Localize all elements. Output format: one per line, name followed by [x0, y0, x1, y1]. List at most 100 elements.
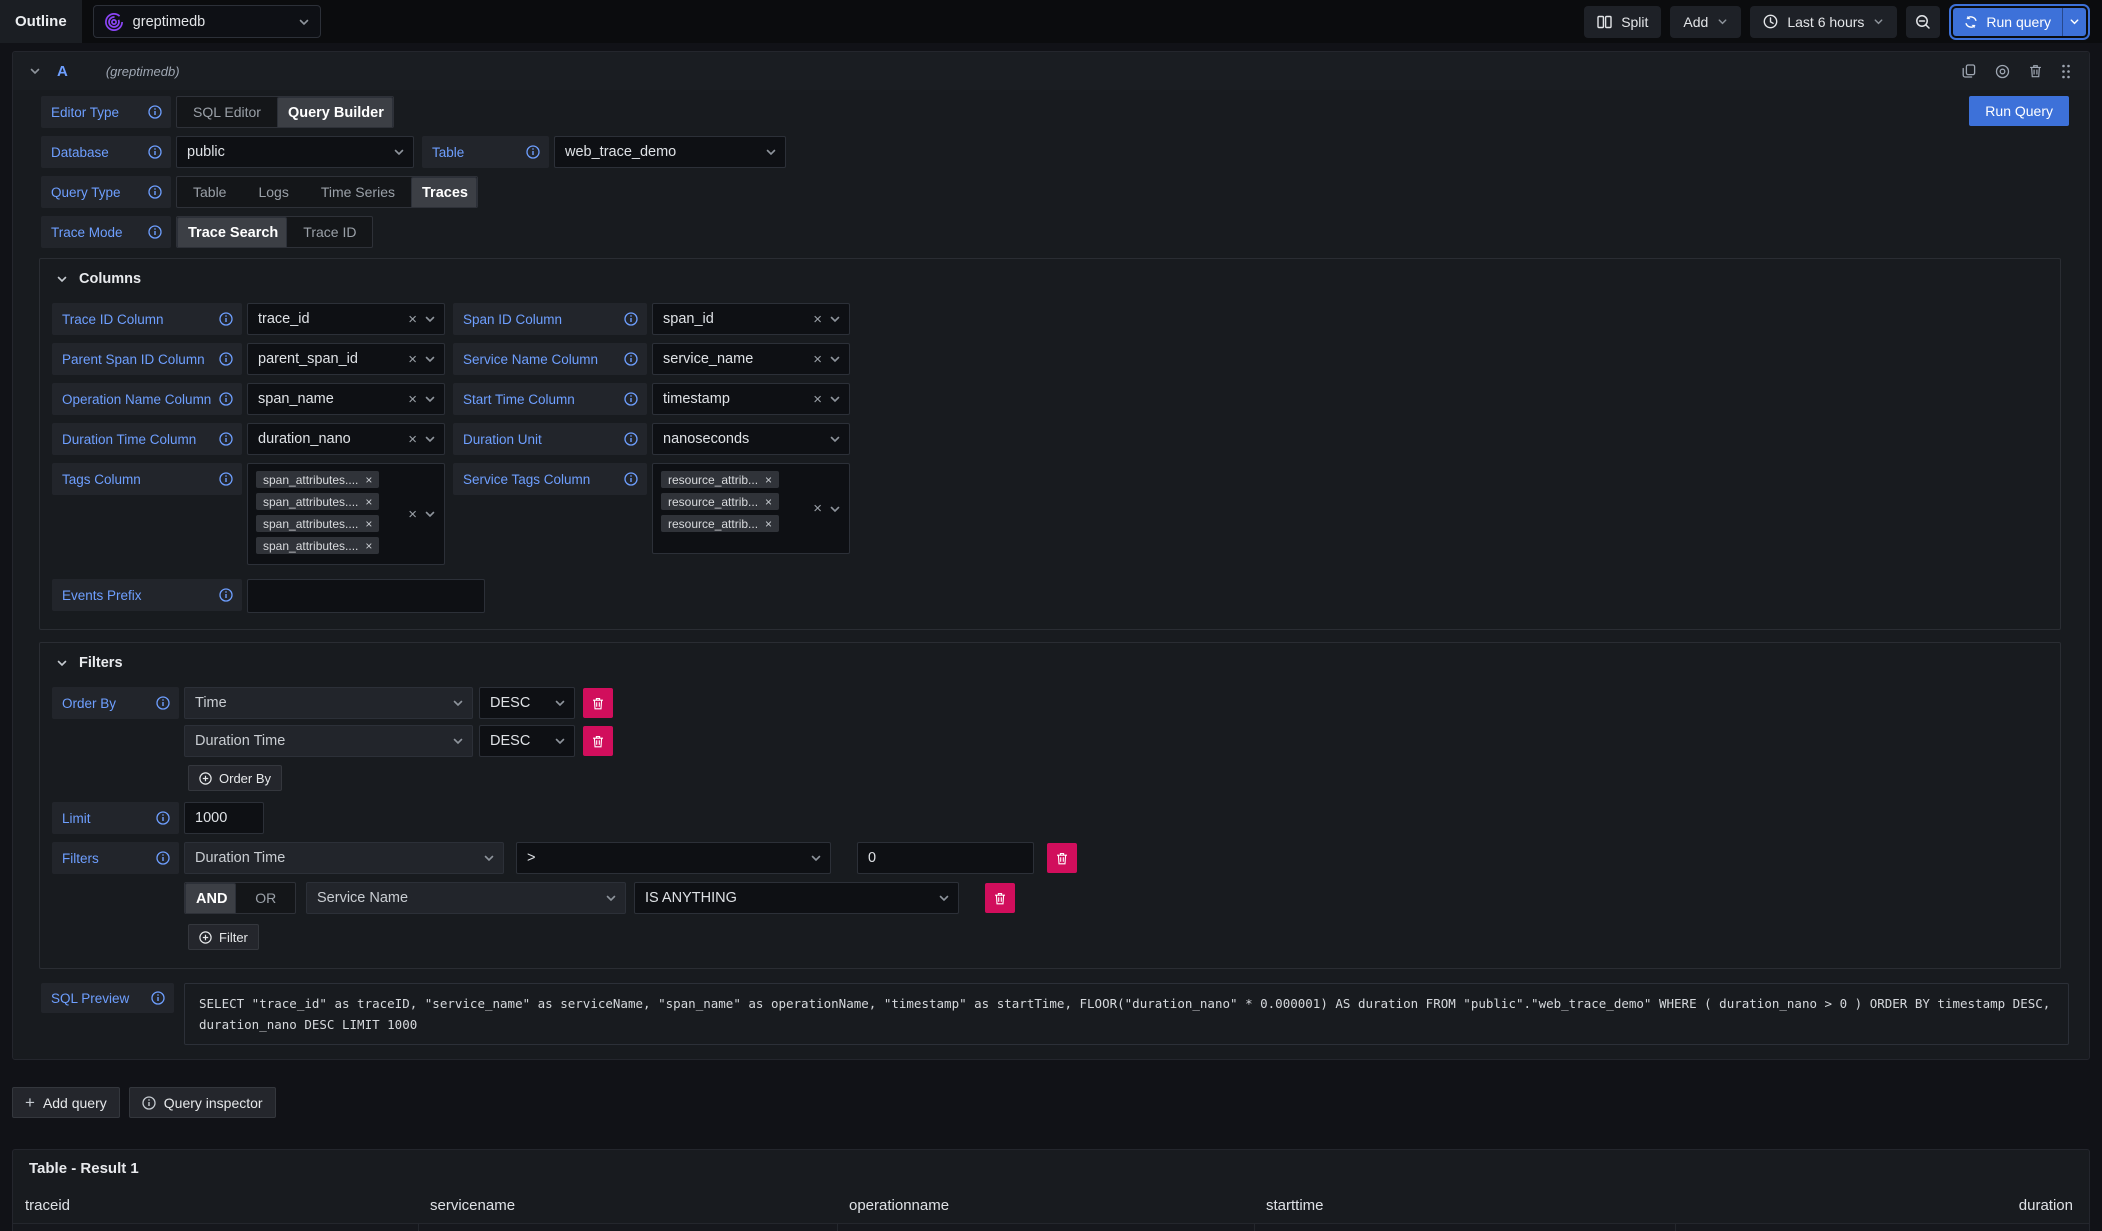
- clear-icon[interactable]: ×: [813, 392, 822, 407]
- clear-icon[interactable]: ×: [408, 312, 417, 327]
- editor-type-sql-editor[interactable]: SQL Editor: [177, 97, 277, 127]
- column-header-servicename[interactable]: servicename: [418, 1192, 837, 1224]
- duration-time-column-select[interactable]: duration_nano ×: [247, 423, 445, 455]
- filter-field-select[interactable]: Duration Time: [184, 842, 504, 874]
- filter-operator-select[interactable]: IS ANYTHING: [634, 882, 959, 914]
- remove-chip-icon[interactable]: ×: [365, 474, 372, 486]
- remove-chip-icon[interactable]: ×: [365, 518, 372, 530]
- add-order-by-button[interactable]: Order By: [188, 765, 282, 791]
- delete-query-icon[interactable]: [2029, 64, 2042, 78]
- run-query-options-button[interactable]: [2062, 8, 2086, 36]
- tags-column-multiselect[interactable]: span_attributes....× span_attributes....…: [247, 463, 445, 565]
- column-header-duration[interactable]: duration: [1675, 1192, 2089, 1224]
- column-header-starttime[interactable]: starttime: [1254, 1192, 1675, 1224]
- filter-value-input[interactable]: [857, 842, 1034, 874]
- remove-chip-icon[interactable]: ×: [365, 540, 372, 552]
- filters-section-header[interactable]: Filters: [56, 655, 2046, 671]
- clear-icon[interactable]: ×: [408, 507, 417, 522]
- add-filter-button[interactable]: Filter: [188, 924, 259, 950]
- info-icon[interactable]: [624, 472, 638, 486]
- clear-icon[interactable]: ×: [813, 352, 822, 367]
- info-icon[interactable]: [148, 225, 162, 239]
- info-icon[interactable]: [148, 145, 162, 159]
- database-select[interactable]: public: [176, 136, 414, 168]
- query-row-header[interactable]: A (greptimedb): [13, 52, 2089, 90]
- info-icon[interactable]: [219, 392, 233, 406]
- info-icon[interactable]: [156, 811, 170, 825]
- table-select[interactable]: web_trace_demo: [554, 136, 786, 168]
- start-time-column-select[interactable]: timestamp ×: [652, 383, 850, 415]
- clear-icon[interactable]: ×: [408, 432, 417, 447]
- remove-chip-icon[interactable]: ×: [765, 518, 772, 530]
- duration-unit-select[interactable]: nanoseconds: [652, 423, 850, 455]
- info-icon[interactable]: [148, 105, 162, 119]
- span-id-column-select[interactable]: span_id ×: [652, 303, 850, 335]
- remove-chip-icon[interactable]: ×: [365, 496, 372, 508]
- duplicate-query-icon[interactable]: [1962, 64, 1976, 78]
- add-button[interactable]: Add: [1670, 6, 1741, 38]
- trace-mode-id[interactable]: Trace ID: [287, 217, 372, 247]
- operation-name-column-select[interactable]: span_name ×: [247, 383, 445, 415]
- split-button[interactable]: Split: [1584, 6, 1661, 38]
- info-icon[interactable]: [624, 392, 638, 406]
- order-by-direction-select[interactable]: DESC: [479, 725, 575, 757]
- column-header-operationname[interactable]: operationname: [837, 1192, 1254, 1224]
- conjunction-and[interactable]: AND: [185, 883, 236, 914]
- hide-response-icon[interactable]: [1995, 64, 2010, 79]
- column-header-traceid[interactable]: traceid: [13, 1192, 418, 1224]
- run-query-button[interactable]: Run query: [1953, 8, 2062, 36]
- remove-order-by-button[interactable]: [583, 726, 613, 756]
- time-range-picker[interactable]: Last 6 hours: [1750, 6, 1897, 38]
- info-icon[interactable]: [219, 352, 233, 366]
- info-icon[interactable]: [219, 472, 233, 486]
- remove-filter-button[interactable]: [1047, 843, 1077, 873]
- query-type-time-series[interactable]: Time Series: [305, 177, 411, 207]
- info-icon[interactable]: [156, 696, 170, 710]
- outline-toggle[interactable]: Outline: [0, 0, 82, 43]
- info-icon[interactable]: [151, 991, 165, 1005]
- query-type-traces[interactable]: Traces: [411, 177, 477, 208]
- add-query-button[interactable]: + Add query: [12, 1087, 120, 1118]
- remove-chip-icon[interactable]: ×: [765, 496, 772, 508]
- filter-field-select[interactable]: Service Name: [306, 882, 626, 914]
- remove-order-by-button[interactable]: [583, 688, 613, 718]
- order-by-field-select[interactable]: Time: [184, 687, 473, 719]
- remove-chip-icon[interactable]: ×: [765, 474, 772, 486]
- query-type-logs[interactable]: Logs: [242, 177, 304, 207]
- info-icon[interactable]: [219, 432, 233, 446]
- limit-input[interactable]: [184, 802, 264, 834]
- clear-icon[interactable]: ×: [813, 501, 822, 516]
- service-name-column-select[interactable]: service_name ×: [652, 343, 850, 375]
- clear-icon[interactable]: ×: [408, 392, 417, 407]
- info-icon[interactable]: [526, 145, 540, 159]
- conjunction-or[interactable]: OR: [236, 883, 295, 913]
- time-zoom-out-button[interactable]: [1906, 6, 1940, 38]
- drag-handle-icon[interactable]: [2061, 64, 2071, 79]
- info-icon[interactable]: [624, 312, 638, 326]
- collapse-chevron-icon[interactable]: [29, 65, 41, 77]
- split-label: Split: [1621, 14, 1648, 30]
- datasource-picker[interactable]: greptimedb: [93, 5, 321, 38]
- filter-operator-select[interactable]: >: [516, 842, 831, 874]
- clear-icon[interactable]: ×: [408, 352, 417, 367]
- trace-id-column-select[interactable]: trace_id ×: [247, 303, 445, 335]
- order-by-field-select[interactable]: Duration Time: [184, 725, 473, 757]
- remove-filter-button[interactable]: [985, 883, 1015, 913]
- info-icon[interactable]: [219, 588, 233, 602]
- service-tags-column-multiselect[interactable]: resource_attrib...× resource_attrib...× …: [652, 463, 850, 554]
- clear-icon[interactable]: ×: [813, 312, 822, 327]
- info-icon[interactable]: [156, 851, 170, 865]
- info-icon[interactable]: [219, 312, 233, 326]
- trace-mode-search[interactable]: Trace Search: [177, 217, 287, 248]
- order-by-direction-select[interactable]: DESC: [479, 687, 575, 719]
- query-inspector-button[interactable]: Query inspector: [129, 1087, 276, 1118]
- editor-type-query-builder[interactable]: Query Builder: [277, 97, 393, 128]
- query-type-table[interactable]: Table: [177, 177, 242, 207]
- info-icon[interactable]: [148, 185, 162, 199]
- run-query-editor-button[interactable]: Run Query: [1969, 96, 2069, 126]
- info-icon[interactable]: [624, 352, 638, 366]
- columns-section-header[interactable]: Columns: [56, 271, 2046, 287]
- parent-span-id-column-select[interactable]: parent_span_id ×: [247, 343, 445, 375]
- info-icon[interactable]: [624, 432, 638, 446]
- events-prefix-input[interactable]: [247, 579, 485, 613]
